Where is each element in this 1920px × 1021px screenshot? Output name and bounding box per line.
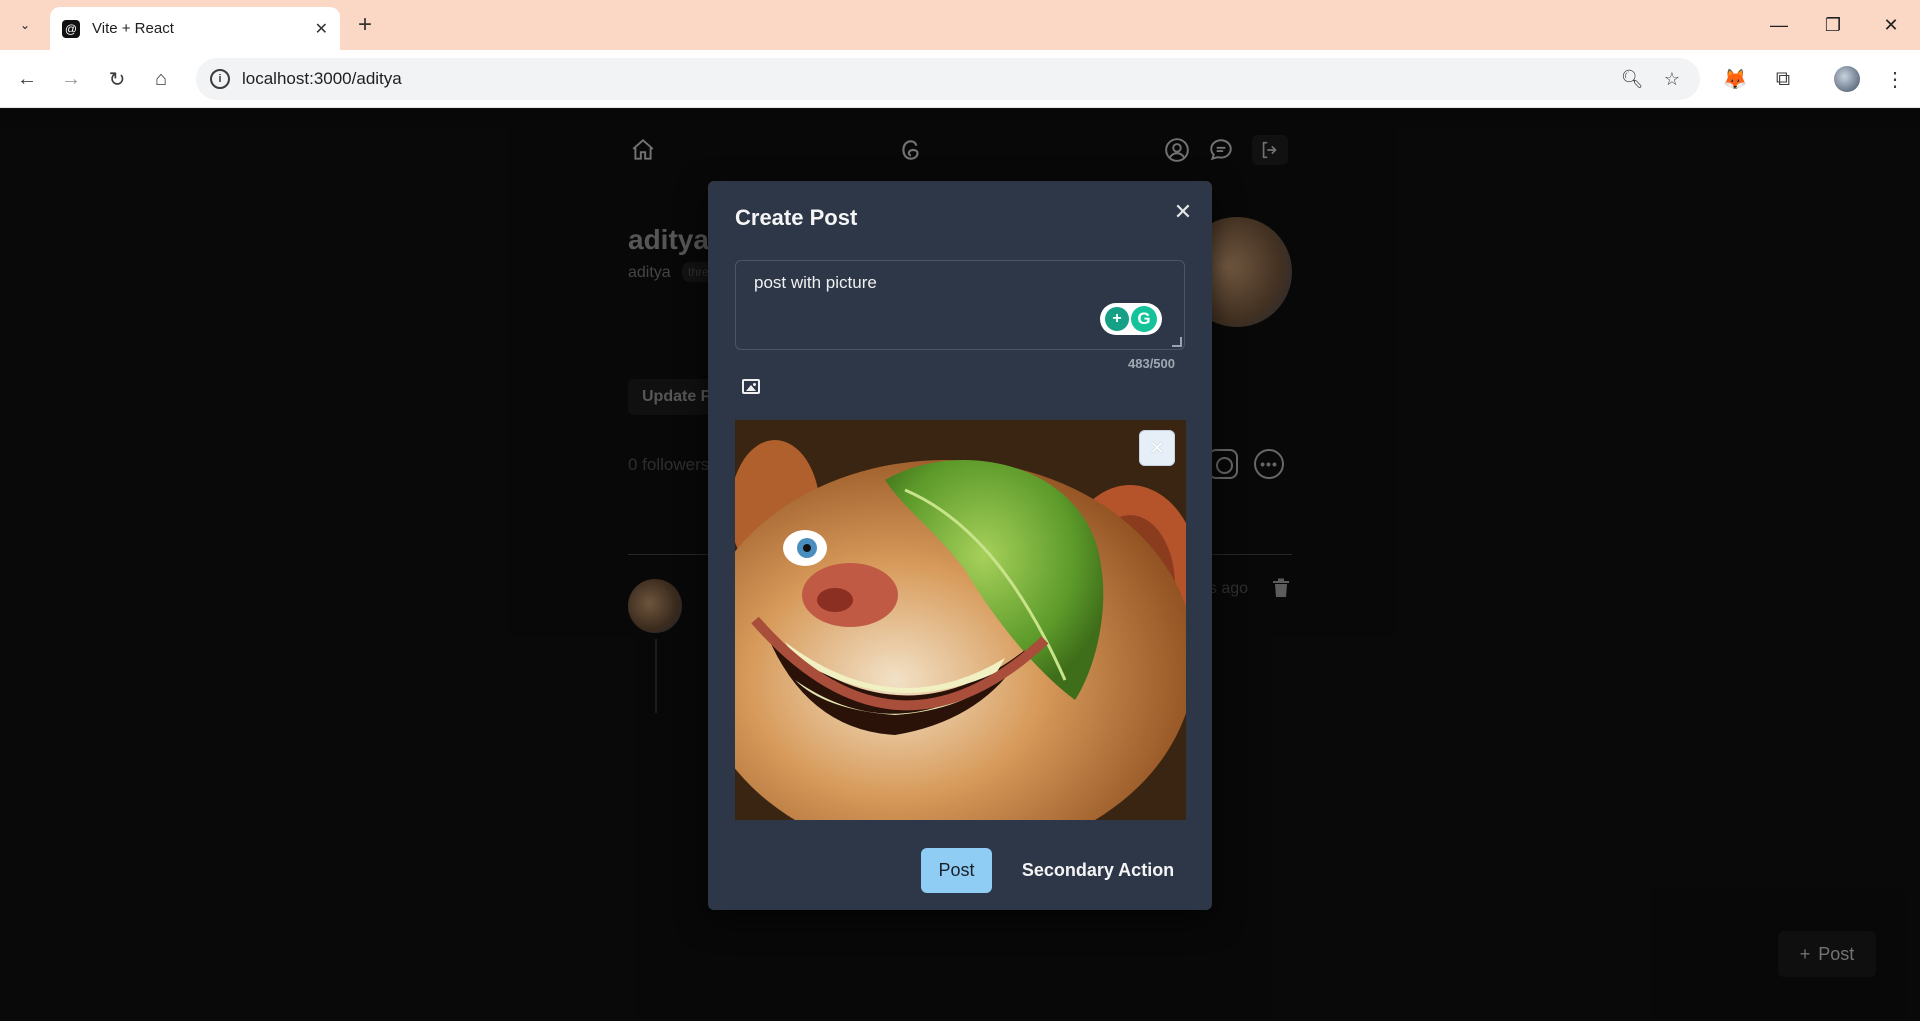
- threads-favicon-icon: @: [62, 19, 80, 38]
- forward-button[interactable]: →: [56, 64, 86, 94]
- restore-button[interactable]: ❐: [1818, 10, 1848, 40]
- browser-tab[interactable]: @ Vite + React ✕: [50, 7, 340, 50]
- metamask-extension-icon[interactable]: 🦊: [1720, 64, 1750, 94]
- tab-close-icon[interactable]: ✕: [315, 19, 328, 39]
- tab-search-dropdown[interactable]: ⌄: [12, 12, 38, 38]
- squirrel-image: [735, 420, 1186, 820]
- secondary-action-button[interactable]: Secondary Action: [1008, 848, 1188, 893]
- back-button[interactable]: ←: [12, 64, 42, 94]
- char-count: 483/500: [1128, 356, 1175, 371]
- new-tab-button[interactable]: +: [352, 11, 378, 38]
- textarea-resize-handle[interactable]: [1172, 337, 1182, 347]
- modal-close-icon[interactable]: ✕: [1170, 199, 1196, 225]
- create-post-modal: Create Post ✕ + G 483/500: [708, 181, 1212, 910]
- browser-titlebar: ⌄ @ Vite + React ✕ + — ❐ ✕: [0, 0, 1920, 50]
- url-text[interactable]: localhost:3000/aditya: [242, 69, 402, 89]
- browser-toolbar: ← → ↻ ⌂ i localhost:3000/aditya 🔍︎ ☆: [0, 50, 1920, 108]
- grammarly-widget[interactable]: + G: [1100, 303, 1162, 335]
- post-button[interactable]: Post: [921, 848, 992, 893]
- site-info-icon[interactable]: i: [210, 69, 230, 89]
- home-button[interactable]: ⌂: [146, 64, 176, 94]
- window-close-button[interactable]: ✕: [1876, 10, 1906, 40]
- image-upload-icon[interactable]: [742, 379, 760, 394]
- grammarly-logo-icon[interactable]: G: [1131, 306, 1157, 332]
- reload-button[interactable]: ↻: [102, 64, 132, 94]
- browser-profile-avatar[interactable]: [1834, 66, 1860, 92]
- grammarly-suggestion-icon[interactable]: +: [1105, 307, 1129, 331]
- zoom-icon[interactable]: 🔍︎: [1620, 67, 1644, 91]
- remove-image-icon: ✕: [1149, 437, 1165, 458]
- address-bar[interactable]: i localhost:3000/aditya 🔍︎ ☆: [196, 58, 1700, 100]
- extensions-puzzle-icon[interactable]: ⧉: [1768, 64, 1798, 94]
- image-preview: ✕: [735, 420, 1186, 820]
- minimize-button[interactable]: —: [1764, 10, 1794, 40]
- remove-image-button[interactable]: ✕: [1139, 430, 1175, 466]
- bookmark-star-icon[interactable]: ☆: [1660, 67, 1684, 91]
- modal-title: Create Post: [735, 205, 858, 230]
- tab-title: Vite + React: [92, 20, 174, 37]
- browser-menu-icon[interactable]: ⋮: [1880, 64, 1910, 94]
